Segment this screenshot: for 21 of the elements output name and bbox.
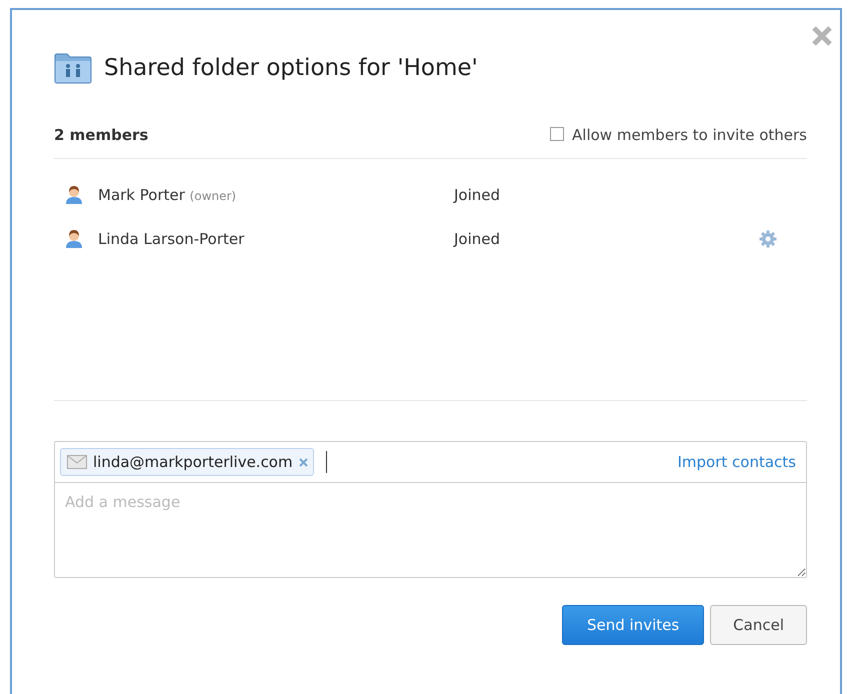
dialog-title: Shared folder options for 'Home': [104, 55, 478, 81]
shared-folder-icon: [54, 52, 92, 84]
text-cursor: [326, 451, 327, 473]
email-token[interactable]: linda@markporterlive.com: [60, 448, 314, 476]
member-status: Joined: [454, 186, 502, 204]
checkbox-label: Allow members to invite others: [572, 126, 807, 144]
member-name: Linda Larson-Porter: [98, 230, 244, 248]
email-address: linda@markporterlive.com: [93, 453, 293, 471]
member-status: Joined: [454, 230, 502, 248]
member-name: Mark Porter (owner): [98, 186, 236, 204]
person-icon: [64, 229, 84, 249]
close-icon[interactable]: [810, 24, 834, 48]
invite-field[interactable]: linda@markporterlive.com Import contacts Add a message: [54, 441, 807, 578]
checkbox[interactable]: [550, 127, 564, 141]
send-invites-button[interactable]: Send invites: [562, 605, 704, 645]
cancel-button[interactable]: Cancel: [710, 605, 807, 645]
member-count: 2 members: [54, 126, 148, 144]
settings-icon[interactable]: [759, 230, 777, 248]
person-icon: [64, 185, 84, 205]
envelope-icon: [67, 455, 87, 469]
import-contacts-link[interactable]: Import contacts: [678, 453, 796, 471]
